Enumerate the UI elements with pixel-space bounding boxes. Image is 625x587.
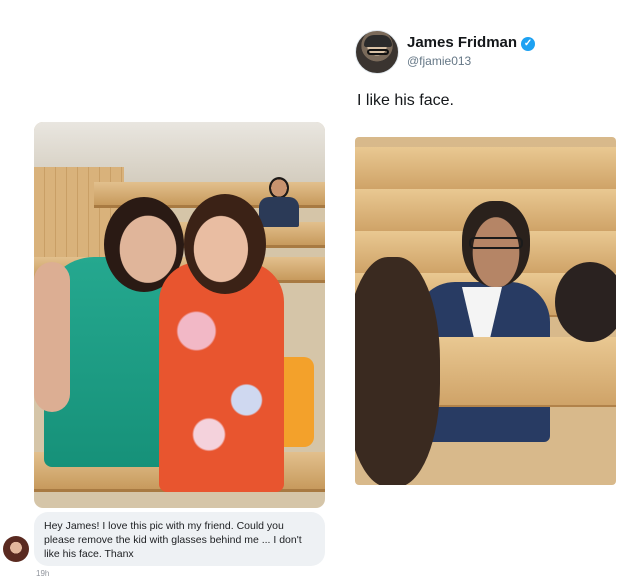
tweet-author-handle[interactable]: @fjamie013 <box>407 54 471 68</box>
comment-text: Hey James! I love this pic with my frien… <box>44 520 302 560</box>
photo-pew <box>355 147 616 191</box>
photo-hair-right <box>555 262 616 342</box>
edited-photo[interactable] <box>355 137 616 485</box>
photo-boy-with-glasses <box>259 177 299 227</box>
photo-boy-glasses <box>469 237 523 249</box>
photo-woman-arm <box>34 262 70 412</box>
comment-timestamp[interactable]: 19h <box>36 569 49 578</box>
tweet-author-avatar[interactable] <box>355 30 399 74</box>
original-photo[interactable] <box>34 122 325 508</box>
tweet-text: I like his face. <box>357 92 454 109</box>
verified-badge-icon: ✓ <box>521 37 536 51</box>
photo-woman-floral-dress <box>159 262 284 492</box>
tweet-author-name-text: James Fridman <box>407 34 518 51</box>
photo-hair-foreground <box>355 257 440 485</box>
avatar-cap <box>364 35 392 47</box>
avatar-glasses <box>367 49 389 55</box>
comment-bubble: Hey James! I love this pic with my frien… <box>34 512 325 566</box>
tweet-header: James Fridman ✓ @fjamie013 <box>355 30 615 76</box>
photo-woman-head <box>184 194 266 294</box>
commenter-avatar[interactable] <box>3 536 29 562</box>
tweet-author-name[interactable]: James Fridman ✓ <box>407 34 536 51</box>
